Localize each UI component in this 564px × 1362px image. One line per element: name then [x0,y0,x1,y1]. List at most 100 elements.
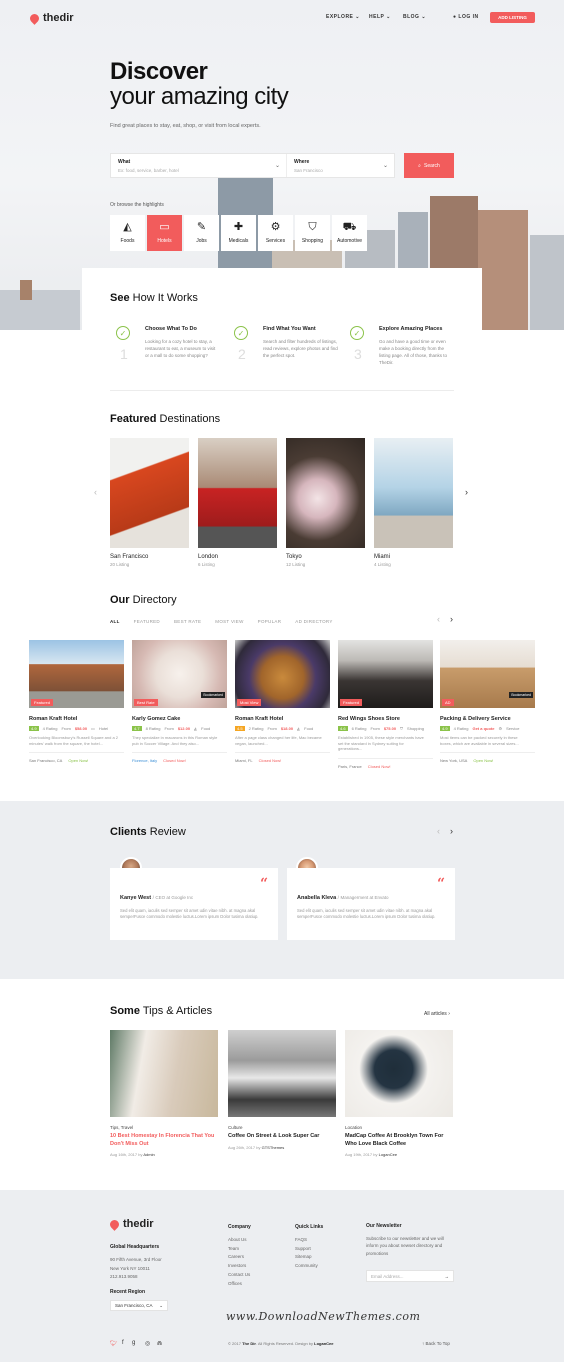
next-arrow-icon[interactable]: › [450,826,453,836]
destinations-title-bold: Featured [110,413,157,425]
article-image [228,1030,336,1117]
region-select[interactable]: San Francisco, CA ⌄ [110,1300,168,1311]
search-button[interactable]: ⌕ Search [404,153,454,178]
back-to-top-link[interactable]: ↑ Back To Top [422,1341,450,1346]
category-automotive[interactable]: ⛟ Automotive [332,215,367,251]
next-arrow-icon[interactable]: › [450,614,453,624]
footer-link[interactable]: Team [228,1245,251,1254]
footer-link[interactable]: FAQS [295,1236,323,1245]
prev-arrow-icon[interactable]: ‹ [437,826,440,836]
destination-name: San Francisco [110,554,149,560]
nav-login[interactable]: ● LOG IN [453,14,479,20]
tab-best-rate[interactable]: BEST RATE [174,619,201,624]
step-number: 2 [238,346,246,362]
footer-link[interactable]: Careers [228,1253,251,1262]
search-icon: ⌕ [418,162,421,169]
article-title[interactable]: Coffee On Street & Look Super Car [228,1133,336,1141]
tab-featured[interactable]: FEATURED [134,619,160,624]
footer-link[interactable]: Sitemap [295,1253,323,1262]
add-listing-button[interactable]: ADD LISTING [490,12,535,23]
listing-card[interactable]: Most View Roman Kraft Hotel 4.5 2 Rating F… [235,640,330,775]
listing-image: Best Rate Bookmarked [132,640,227,708]
rating-count: 4 Rating [453,726,469,731]
email-field[interactable]: Email Address... → [366,1270,454,1282]
rating-score: 4.9 [29,726,39,731]
copyright-author[interactable]: LoganCee [314,1341,333,1346]
location-pin-icon [28,11,41,25]
listing-card[interactable]: Featured Roman Kraft Hotel 4.9 4 Rating Fr… [29,640,124,775]
article-card[interactable]: Culture Coffee On Street & Look Super Ca… [228,1030,336,1150]
get-quote-link[interactable]: Get a quote [472,726,494,731]
prev-arrow-icon[interactable]: ‹ [94,487,97,497]
article-title[interactable]: 10 Best Homestay In Florencia That You D… [110,1133,218,1148]
article-card[interactable]: Tips, Travel 10 Best Homestay In Florenc… [110,1030,218,1157]
destination-card[interactable]: San Francisco 20 Listing [110,438,189,567]
article-author[interactable]: GTSThemes [262,1145,285,1150]
article-author[interactable]: Admin [143,1152,154,1157]
arrow-right-icon[interactable]: → [445,1274,450,1279]
google-plus-icon[interactable]: g [132,1340,135,1346]
search-button-label: Search [423,162,440,169]
destination-card[interactable]: London 6 Listing [198,438,277,567]
footer-link[interactable]: Contact Us [228,1271,251,1280]
instagram-icon[interactable]: ◎ [145,1340,150,1347]
chevron-down-icon: ⌄ [275,163,281,169]
region-title: Recent Region [110,1289,146,1295]
footer-logo[interactable]: thedir [108,1217,154,1231]
prev-arrow-icon[interactable]: ‹ [437,614,440,624]
category-foods[interactable]: ◭ Foods [110,215,145,251]
footer-link[interactable]: Investors [228,1262,251,1271]
where-field[interactable]: Where San Francisco ⌄ [287,154,395,177]
logo[interactable]: thedir [28,11,74,25]
region-value: San Francisco, CA [115,1303,153,1308]
category-label: Jobs [196,238,207,244]
listing-title: Karly Gomez Cake [132,716,181,722]
next-arrow-icon[interactable]: › [465,487,468,497]
chevron-down-icon: ⌄ [355,14,360,20]
footer-link[interactable]: Support [295,1245,323,1254]
food-icon: ◭ [194,726,198,731]
review-text: Sed elit quam, iaculis sed semper sit am… [297,908,436,919]
footer-company: Company About Us Team Careers Investors … [228,1223,251,1289]
tab-all[interactable]: ALL [110,619,120,624]
what-field[interactable]: What Ex: food, service, barber, hotel ⌄ [111,154,287,177]
category-services[interactable]: ⚙ Services [258,215,293,251]
article-title[interactable]: MadCap Coffee At Brooklyn Town For Who L… [345,1133,453,1148]
tab-popular[interactable]: POPULAR [258,619,282,624]
destination-count: 12 Listing [286,562,306,567]
article-category: Location [345,1125,363,1130]
listing-card[interactable]: Featured Red Wings Shoes Store 4.6 6 Rati… [338,640,433,775]
logo-text: thedir [43,12,74,24]
rss-icon[interactable]: ⋒ [157,1340,162,1347]
rating-count: 2 Rating [248,726,264,731]
tab-ad-directory[interactable]: AD DIRECTORY [295,619,332,624]
article-author[interactable]: LoganCee [379,1152,397,1157]
twitter-icon[interactable]: 🐦︎ [110,1340,118,1347]
article-card[interactable]: Location MadCap Coffee At Brooklyn Town … [345,1030,453,1157]
step-title: Explore Amazing Places [379,326,443,332]
category-label: Automotive [336,238,362,244]
facebook-icon[interactable]: f [122,1340,124,1346]
destination-card[interactable]: Tokyo 12 Listing [286,438,365,567]
listing-location: Florence, Italy [132,758,158,763]
listing-card[interactable]: Best Rate Bookmarked Karly Gomez Cake 4.7… [132,640,227,775]
check-icon: ✓ [350,326,364,340]
footer-link[interactable]: About Us [228,1236,251,1245]
category-hotels[interactable]: ▭ Hotels [147,215,182,251]
tab-most-view[interactable]: MOST VIEW [215,619,243,624]
footer-link[interactable]: Offices [228,1280,251,1289]
footer-link[interactable]: Community [295,1262,323,1271]
category-shopping[interactable]: ⛉ Shopping [295,215,330,251]
nav-explore[interactable]: EXPLORE ⌄ [326,14,360,20]
hq-line: New York NY 10011 [110,1265,150,1271]
destination-card[interactable]: Miami 4 Listing [374,438,453,567]
listing-badge: Featured [31,699,54,706]
article-image [110,1030,218,1117]
category-medicals[interactable]: ✚ Medicals [221,215,256,251]
category-jobs[interactable]: ✎ Jobs [184,215,219,251]
all-articles-link[interactable]: All articles › [424,1011,450,1017]
nav-help[interactable]: HELP ⌄ [369,14,391,20]
listing-card[interactable]: AD Bookmarked Packing & Delivery Service … [440,640,535,775]
nav-blog[interactable]: BLOG ⌄ [403,14,426,20]
destination-image [198,438,277,548]
